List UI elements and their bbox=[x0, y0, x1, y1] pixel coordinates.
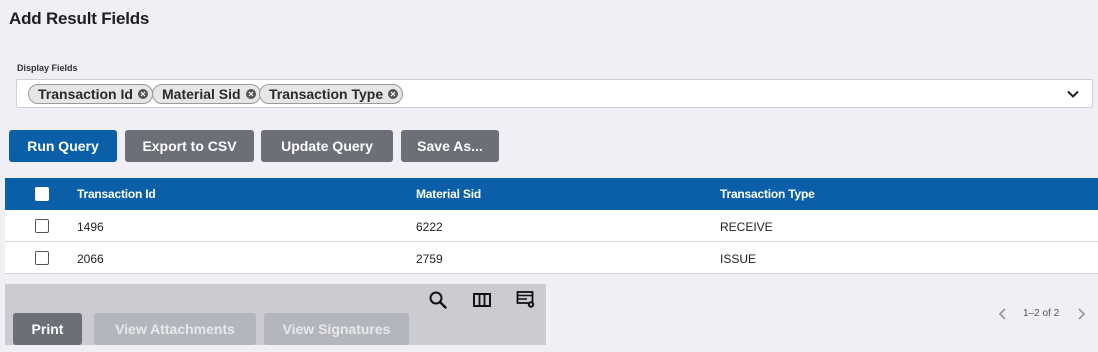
cell-transaction-id: 1496 bbox=[77, 220, 104, 234]
pagination-range: 1–2 of 2 bbox=[1023, 308, 1060, 319]
chevron-left-icon[interactable] bbox=[997, 307, 1009, 321]
row-checkbox[interactable] bbox=[35, 219, 49, 233]
chip-transaction-id: Transaction Id bbox=[28, 84, 153, 104]
column-header-material-sid[interactable]: Material Sid bbox=[416, 187, 481, 201]
display-fields-select[interactable]: Transaction Id Material Sid Transaction … bbox=[16, 79, 1093, 108]
export-csv-button[interactable]: Export to CSV bbox=[125, 130, 254, 162]
chip-material-sid: Material Sid bbox=[152, 84, 261, 104]
remove-chip-icon[interactable] bbox=[137, 89, 148, 99]
table-row[interactable]: 1496 6222 RECEIVE bbox=[5, 210, 1098, 242]
table-header: Transaction Id Material Sid Transaction … bbox=[5, 178, 1098, 210]
page-title: Add Result Fields bbox=[9, 9, 150, 28]
chip-label: Material Sid bbox=[162, 86, 241, 102]
update-query-button[interactable]: Update Query bbox=[261, 130, 393, 162]
cell-transaction-type: RECEIVE bbox=[720, 220, 773, 234]
row-checkbox[interactable] bbox=[35, 251, 49, 265]
display-fields-label: Display Fields bbox=[17, 63, 78, 73]
table-row[interactable]: 2066 2759 ISSUE bbox=[5, 242, 1098, 274]
table-settings-icon[interactable] bbox=[516, 290, 536, 310]
table-toolbar: Print View Attachments View Signatures bbox=[5, 284, 546, 345]
results-table: Transaction Id Material Sid Transaction … bbox=[5, 178, 1098, 274]
cell-material-sid: 6222 bbox=[416, 220, 443, 234]
remove-chip-icon[interactable] bbox=[245, 89, 256, 99]
column-header-transaction-id[interactable]: Transaction Id bbox=[77, 187, 156, 201]
chip-transaction-type: Transaction Type bbox=[259, 84, 404, 104]
chip-label: Transaction Type bbox=[269, 86, 384, 102]
view-attachments-button[interactable]: View Attachments bbox=[94, 313, 256, 345]
cell-transaction-id: 2066 bbox=[77, 252, 104, 266]
cell-transaction-type: ISSUE bbox=[720, 252, 757, 266]
cell-material-sid: 2759 bbox=[416, 252, 443, 266]
chevron-right-icon[interactable] bbox=[1075, 307, 1087, 321]
print-button[interactable]: Print bbox=[13, 313, 82, 345]
save-as-button[interactable]: Save As... bbox=[401, 130, 499, 162]
columns-icon[interactable] bbox=[472, 290, 492, 310]
column-header-transaction-type[interactable]: Transaction Type bbox=[720, 187, 815, 201]
select-all-checkbox[interactable] bbox=[35, 187, 49, 201]
run-query-button[interactable]: Run Query bbox=[9, 130, 117, 162]
remove-chip-icon[interactable] bbox=[388, 89, 399, 99]
search-icon[interactable] bbox=[428, 290, 448, 310]
chip-label: Transaction Id bbox=[38, 86, 133, 102]
chevron-down-icon[interactable] bbox=[1066, 88, 1080, 100]
view-signatures-button[interactable]: View Signatures bbox=[264, 313, 409, 345]
